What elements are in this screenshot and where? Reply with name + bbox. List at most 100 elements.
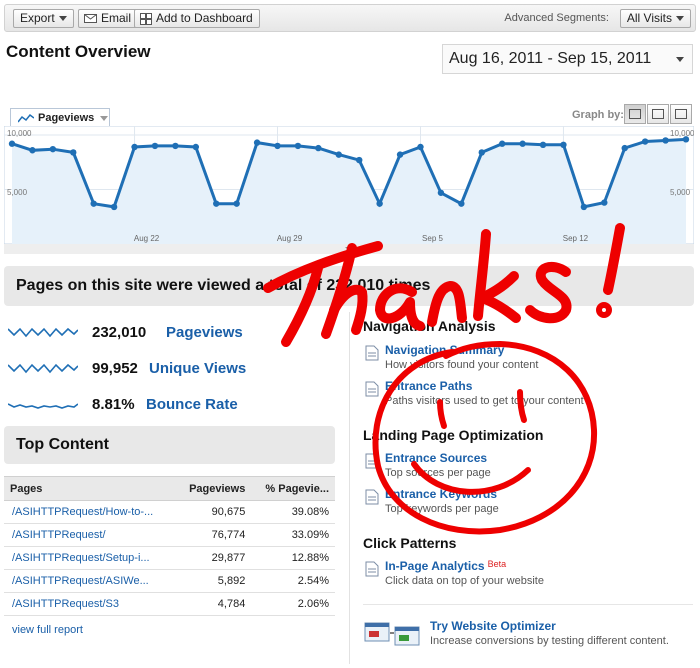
chart-data-point[interactable] bbox=[70, 149, 77, 156]
dashboard-icon bbox=[140, 13, 152, 25]
chart-data-point[interactable] bbox=[601, 199, 608, 206]
chart-data-point[interactable] bbox=[560, 141, 567, 149]
segments-dropdown[interactable]: All Visits bbox=[619, 9, 691, 28]
chart-data-point[interactable] bbox=[172, 142, 179, 150]
chevron-down-icon bbox=[100, 115, 109, 121]
pageviews-cell: 76,774 bbox=[175, 523, 252, 547]
metric-selector-tab[interactable]: Pageviews bbox=[10, 108, 110, 127]
table-row: /ASIHTTPRequest/Setup-i... 29,877 12.88% bbox=[4, 546, 335, 570]
graph-by-day-button[interactable] bbox=[624, 104, 646, 124]
column-header-pageviews[interactable]: Pageviews bbox=[175, 476, 252, 501]
chart-data-point[interactable] bbox=[498, 140, 506, 147]
column-header-percent[interactable]: % Pagevie... bbox=[251, 476, 335, 501]
percent-cell: 2.06% bbox=[251, 592, 335, 616]
y-tick-label-mid-right: 5,000 bbox=[670, 188, 691, 197]
chart-data-point[interactable] bbox=[641, 138, 649, 145]
page-link[interactable]: /ASIHTTPRequest/ASIWe... bbox=[4, 569, 176, 593]
graph-by-week-button[interactable] bbox=[647, 104, 669, 124]
report-page-icon bbox=[365, 345, 379, 361]
email-label: Email bbox=[101, 11, 132, 25]
entrance-keywords-desc: Top keywords per page bbox=[385, 503, 499, 515]
chart-data-point[interactable] bbox=[662, 137, 669, 144]
chart-data-point[interactable] bbox=[192, 143, 200, 151]
pageviews-cell: 90,675 bbox=[175, 500, 252, 524]
website-optimizer-desc: Increase conversions by testing differen… bbox=[430, 635, 669, 647]
beta-badge: Beta bbox=[487, 559, 507, 569]
export-button[interactable]: Export bbox=[13, 9, 74, 28]
chart-data-point[interactable] bbox=[151, 142, 159, 150]
chart-data-point[interactable] bbox=[233, 200, 240, 207]
pageviews-cell: 5,892 bbox=[175, 569, 252, 593]
add-to-dashboard-button[interactable]: Add to Dashboard bbox=[134, 9, 260, 28]
graph-by-label: Graph by: bbox=[572, 109, 624, 121]
column-header-pages[interactable]: Pages bbox=[4, 476, 176, 501]
chart-data-point[interactable] bbox=[458, 200, 465, 207]
chart-data-point[interactable] bbox=[274, 142, 281, 150]
email-button[interactable]: Email bbox=[78, 9, 139, 28]
entrance-paths-link[interactable]: Entrance Paths bbox=[385, 379, 472, 393]
metric-value: 232,010 bbox=[92, 324, 147, 341]
metric-bounce-rate: 8.81% Bounce Rate bbox=[8, 394, 348, 416]
in-page-analytics-link[interactable]: In-Page Analytics Beta bbox=[385, 559, 506, 573]
chart-data-point[interactable] bbox=[294, 142, 302, 150]
top-content-title: Top Content bbox=[4, 426, 335, 464]
percent-cell: 12.88% bbox=[251, 546, 335, 570]
chart-data-point[interactable] bbox=[417, 143, 424, 151]
chart-data-point[interactable] bbox=[519, 140, 526, 147]
entrance-paths-desc: Paths visitors used to get to your conte… bbox=[385, 395, 584, 407]
chart-data-point[interactable] bbox=[396, 151, 404, 158]
chart-data-point[interactable] bbox=[621, 144, 628, 152]
entrance-sources-link[interactable]: Entrance Sources bbox=[385, 451, 487, 465]
envelope-icon bbox=[84, 14, 97, 23]
metric-link-bounce-rate[interactable]: Bounce Rate bbox=[146, 396, 238, 413]
entrance-sources-desc: Top sources per page bbox=[385, 467, 491, 479]
chart-data-point[interactable] bbox=[110, 203, 118, 211]
sparkline-icon bbox=[8, 363, 78, 374]
click-patterns-title: Click Patterns bbox=[363, 535, 457, 551]
report-page-icon bbox=[365, 453, 379, 469]
chart-data-point[interactable] bbox=[315, 144, 322, 152]
date-range-picker[interactable]: Aug 16, 2011 - Sep 15, 2011 bbox=[442, 44, 693, 74]
metric-unique-views: 99,952 Unique Views bbox=[8, 358, 348, 380]
chevron-down-icon bbox=[676, 57, 684, 62]
chart-data-point[interactable] bbox=[539, 141, 547, 149]
page-link[interactable]: /ASIHTTPRequest/ bbox=[4, 523, 176, 547]
y-tick-label-top: 10,000 bbox=[7, 129, 32, 138]
chart-data-point[interactable] bbox=[90, 200, 97, 207]
chart-data-point[interactable] bbox=[478, 149, 485, 156]
x-tick-label: Sep 12 bbox=[563, 234, 589, 243]
chart-data-point[interactable] bbox=[8, 140, 16, 147]
metric-selector-label: Pageviews bbox=[38, 112, 95, 124]
website-optimizer-promo: Try Website Optimizer Increase conversio… bbox=[363, 604, 693, 654]
page-link[interactable]: /ASIHTTPRequest/How-to-... bbox=[4, 500, 176, 524]
chart-data-point[interactable] bbox=[131, 143, 138, 151]
metric-pageviews: 232,010 Pageviews bbox=[8, 322, 348, 344]
line-chart-icon bbox=[18, 113, 34, 123]
day-view-icon bbox=[629, 109, 641, 119]
x-tick-label: Aug 22 bbox=[134, 234, 160, 243]
entrance-keywords-link[interactable]: Entrance Keywords bbox=[385, 487, 497, 501]
table-header-row: Pages Pageviews % Pagevie... bbox=[4, 476, 335, 501]
chart-data-point[interactable] bbox=[335, 151, 342, 158]
chart-data-point[interactable] bbox=[356, 156, 363, 164]
page-link[interactable]: /ASIHTTPRequest/Setup-i... bbox=[4, 546, 176, 570]
metric-link-unique-views[interactable]: Unique Views bbox=[149, 360, 246, 377]
chart-data-point[interactable] bbox=[580, 203, 588, 211]
view-full-report-link[interactable]: view full report bbox=[12, 624, 83, 636]
chart-data-point[interactable] bbox=[437, 189, 445, 196]
metric-link-pageviews[interactable]: Pageviews bbox=[166, 324, 243, 341]
chart-data-point[interactable] bbox=[253, 139, 261, 146]
column-divider bbox=[349, 312, 350, 664]
try-website-optimizer-link[interactable]: Try Website Optimizer bbox=[430, 619, 556, 633]
navigation-summary-link[interactable]: Navigation Summary bbox=[385, 343, 504, 357]
page-link[interactable]: /ASIHTTPRequest/S3 bbox=[4, 592, 176, 616]
chart-data-point[interactable] bbox=[213, 200, 220, 207]
chart-data-point[interactable] bbox=[29, 147, 36, 154]
pageviews-chart: 10,000 5,000 10,000 5,000 Aug 22 Aug 29 Se… bbox=[4, 126, 694, 254]
chart-data-point[interactable] bbox=[376, 200, 383, 207]
landing-page-optimization-title: Landing Page Optimization bbox=[363, 427, 544, 443]
graph-by-month-button[interactable] bbox=[670, 104, 692, 124]
x-tick-label: Aug 29 bbox=[277, 234, 303, 243]
metric-value: 8.81% bbox=[92, 396, 135, 413]
chart-data-point[interactable] bbox=[49, 145, 57, 153]
